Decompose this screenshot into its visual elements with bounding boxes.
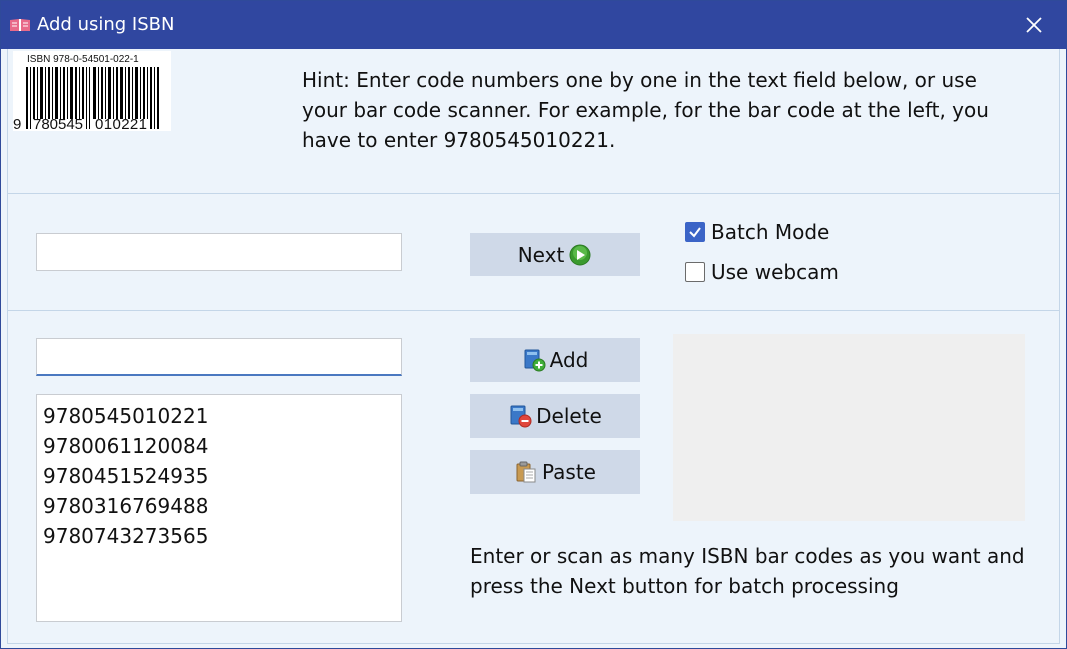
add-button[interactable]: Add xyxy=(470,338,640,382)
clipboard-paste-icon xyxy=(516,461,536,483)
paste-button-label: Paste xyxy=(542,460,596,484)
list-item[interactable]: 9780061120084 xyxy=(43,431,395,461)
close-button[interactable] xyxy=(1002,1,1066,49)
list-item[interactable]: 9780451524935 xyxy=(43,461,395,491)
next-button[interactable]: Next xyxy=(470,233,640,276)
title-bar: Add using ISBN xyxy=(1,1,1066,49)
add-isbn-dialog: Add using ISBN ISBN 978-0-54501-022-1 9 … xyxy=(0,0,1067,649)
book-add-icon xyxy=(524,349,546,372)
play-icon xyxy=(569,244,591,265)
window-title: Add using ISBN xyxy=(37,14,175,35)
preview-area xyxy=(673,334,1025,521)
barcode-digits-left: 780545 xyxy=(33,116,83,131)
close-icon xyxy=(1026,17,1042,33)
checkbox-unchecked-icon xyxy=(685,262,705,282)
barcode-isbn-label: ISBN 978-0-54501-022-1 xyxy=(27,54,139,65)
barcode-digit-first: 9 xyxy=(13,116,21,131)
list-item[interactable]: 9780743273565 xyxy=(43,521,395,551)
next-button-label: Next xyxy=(517,242,565,267)
batch-isbn-input[interactable] xyxy=(36,338,402,376)
isbn-list[interactable]: 9780545010221 9780061120084 978045152493… xyxy=(36,394,402,622)
sample-barcode: ISBN 978-0-54501-022-1 9 780545 010221 xyxy=(13,51,171,133)
hint-text: Hint: Enter code numbers one by one in t… xyxy=(302,68,989,152)
book-app-icon xyxy=(9,17,31,31)
use-webcam-label: Use webcam xyxy=(711,260,839,284)
batch-mode-label: Batch Mode xyxy=(711,220,830,244)
checkbox-checked-icon xyxy=(685,222,705,242)
paste-button[interactable]: Paste xyxy=(470,450,640,494)
delete-button-label: Delete xyxy=(536,404,602,428)
book-delete-icon xyxy=(510,405,532,428)
list-item[interactable]: 9780545010221 xyxy=(43,401,395,431)
barcode-digits-right: 010221 xyxy=(95,116,147,131)
batch-hint-text: Enter or scan as many ISBN bar codes as … xyxy=(470,544,1025,598)
batch-mode-checkbox[interactable]: Batch Mode xyxy=(685,220,829,244)
delete-button[interactable]: Delete xyxy=(470,394,640,438)
use-webcam-checkbox[interactable]: Use webcam xyxy=(685,260,839,284)
isbn-input[interactable] xyxy=(36,233,402,271)
add-button-label: Add xyxy=(549,348,589,372)
list-item[interactable]: 9780316769488 xyxy=(43,491,395,521)
